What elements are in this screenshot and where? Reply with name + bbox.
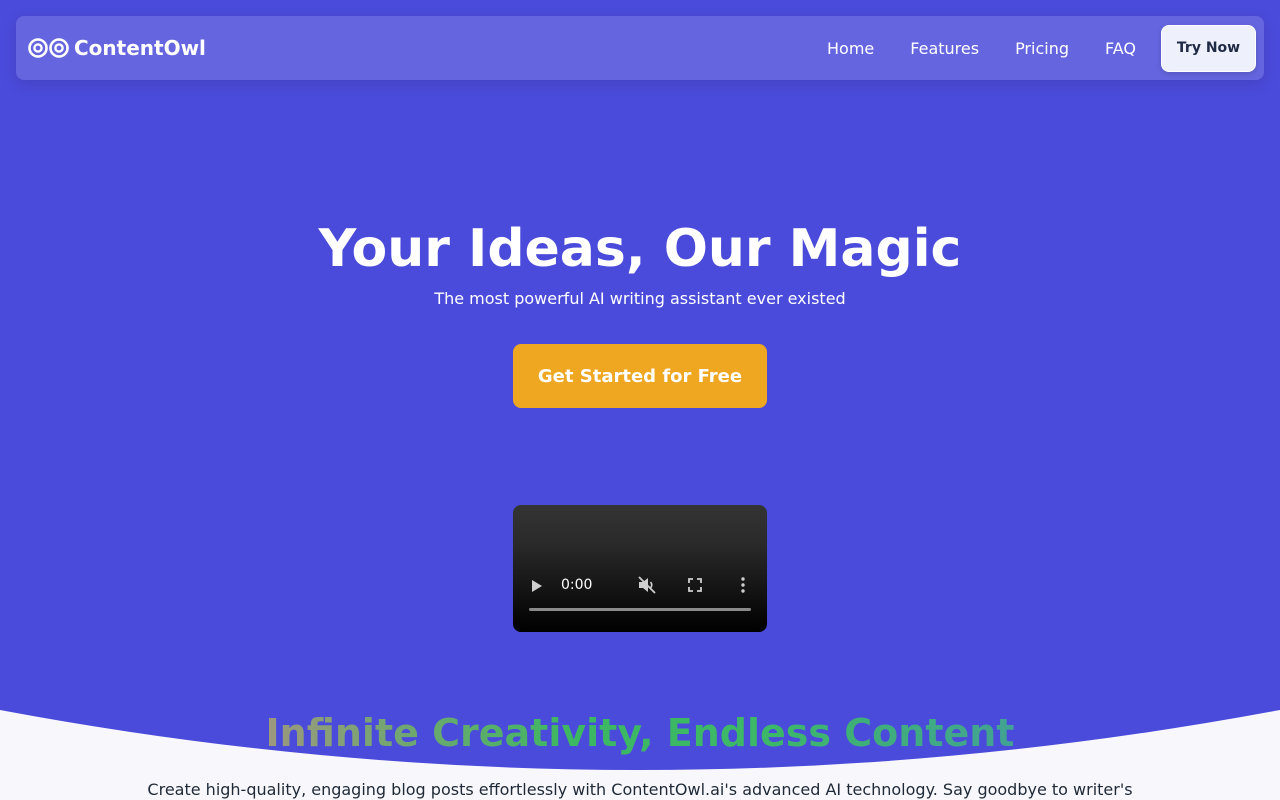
nav-link-features[interactable]: Features — [910, 39, 979, 58]
brand[interactable]: ContentOwl — [28, 36, 206, 60]
mute-icon[interactable] — [637, 576, 657, 598]
owl-eyes-icon — [28, 37, 70, 59]
try-now-button[interactable]: Try Now — [1161, 24, 1256, 72]
section-description: Create high-quality, engaging blog posts… — [147, 780, 1133, 799]
video-controls: 0:00 — [513, 573, 767, 597]
nav-link-pricing[interactable]: Pricing — [1015, 39, 1069, 58]
video-time: 0:00 — [561, 577, 593, 593]
video-progress-bar[interactable] — [529, 608, 751, 611]
hero-subtitle: The most powerful AI writing assistant e… — [434, 289, 846, 308]
hero-title: Your Ideas, Our Magic — [318, 219, 962, 279]
nav-link-faq[interactable]: FAQ — [1105, 39, 1136, 58]
section-title: Infinite Creativity, Endless Content — [0, 710, 1280, 756]
navbar: ContentOwl Home Features Pricing FAQ Try… — [16, 16, 1264, 80]
brand-name: ContentOwl — [74, 36, 206, 60]
more-options-icon[interactable] — [740, 576, 746, 598]
nav-link-home[interactable]: Home — [827, 39, 874, 58]
get-started-button[interactable]: Get Started for Free — [513, 344, 767, 408]
fullscreen-icon[interactable] — [687, 577, 703, 597]
video-player[interactable]: 0:00 — [513, 505, 767, 632]
nav-links: Home Features Pricing FAQ Try Now — [827, 24, 1256, 72]
play-icon[interactable] — [531, 578, 543, 597]
